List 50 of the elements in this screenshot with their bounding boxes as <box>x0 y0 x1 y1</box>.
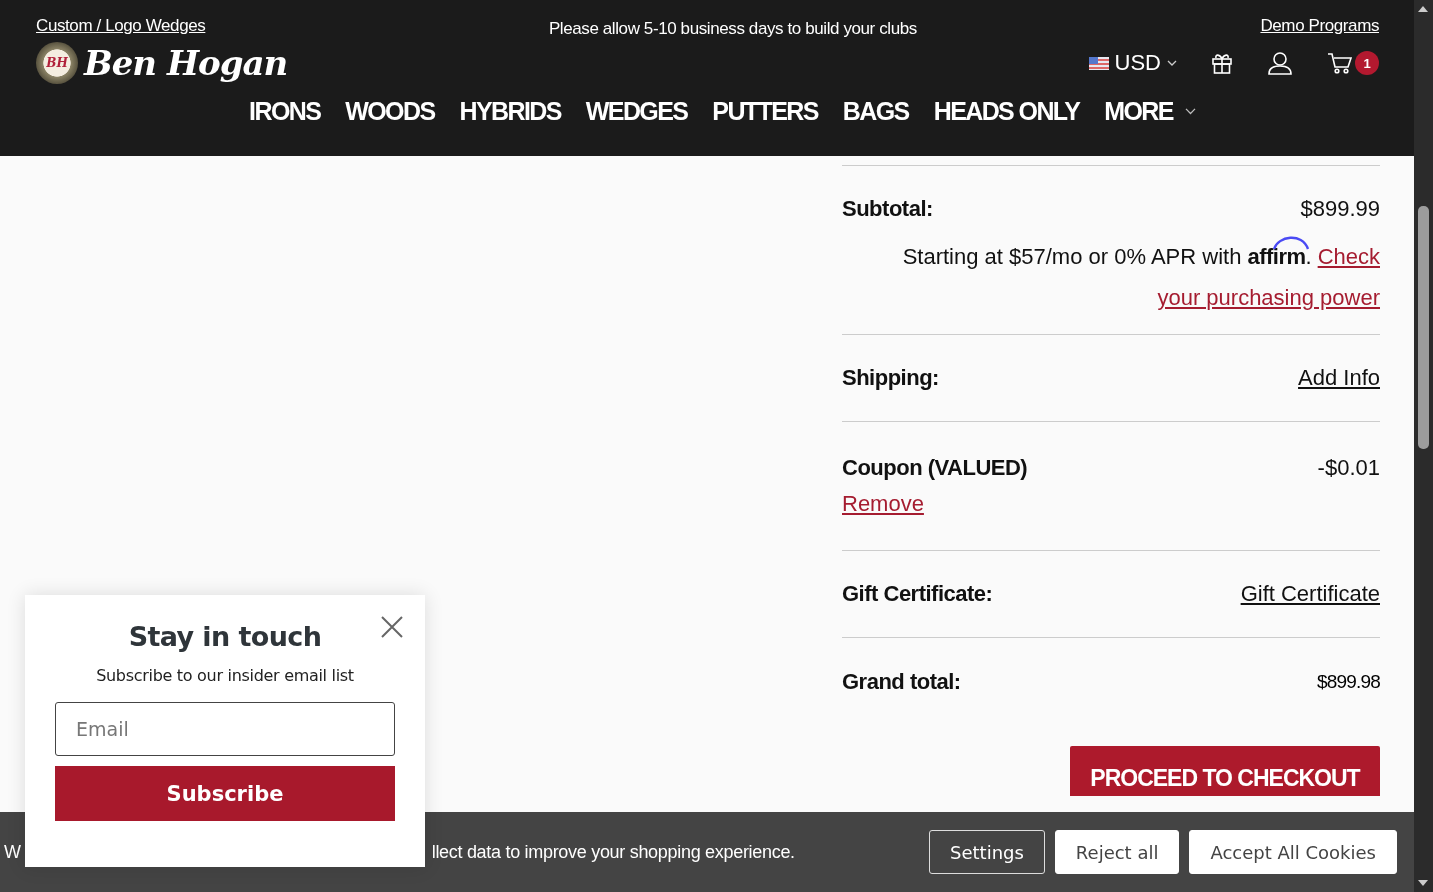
cookie-button[interactable]: Reject all <box>1054 830 1180 874</box>
cart-count-badge: 1 <box>1355 51 1379 75</box>
scrollbar-thumb[interactable] <box>1418 206 1429 449</box>
financing-text: Starting at $57/mo or 0% APR with <box>902 244 1242 269</box>
email-field[interactable]: Email <box>55 702 395 756</box>
nav-link[interactable]: BAGS <box>842 96 909 127</box>
demo-programs-link[interactable]: Demo Programs <box>1260 16 1379 36</box>
nav-link[interactable]: HYBRIDS <box>459 96 561 127</box>
subscribe-button[interactable]: Subscribe <box>55 766 395 821</box>
popup-title: Stay in touch <box>128 621 322 652</box>
nav-link[interactable]: WOODS <box>345 96 435 127</box>
nav-link[interactable]: WEDGES <box>585 96 688 127</box>
cart-icon[interactable] <box>1327 51 1353 75</box>
scroll-up-icon[interactable] <box>1418 6 1428 12</box>
purchasing-power-link[interactable]: Check <box>1317 244 1380 269</box>
summary-label: Shipping: <box>842 365 939 391</box>
custom-wedges-link[interactable]: Custom / Logo Wedges <box>36 16 206 36</box>
popup-subtitle: Subscribe to our insider email list <box>96 666 354 685</box>
flag-icon <box>1088 56 1109 70</box>
summary-link[interactable]: Add Info <box>1298 365 1380 391</box>
summary-label: Grand total: <box>842 669 961 695</box>
cookie-text: llect data to improve your shopping experience. <box>431 841 795 863</box>
brand-logo[interactable]: BH Ben Hogan <box>36 42 288 84</box>
currency-selector[interactable]: USD <box>1088 50 1177 76</box>
nav-link[interactable]: PUTTERS <box>712 96 818 127</box>
announcement-text: Please allow 5-10 business days to build your clubs <box>548 19 917 39</box>
cookie-button[interactable]: Accept All Cookies <box>1189 830 1397 874</box>
summary-value: -$0.01 <box>1317 455 1380 481</box>
summary-label: Gift Certificate: <box>842 581 993 607</box>
remove-coupon-link[interactable]: Remove <box>842 491 924 517</box>
nav-link[interactable]: HEADS ONLY <box>933 96 1080 127</box>
account-icon[interactable] <box>1267 50 1293 76</box>
scroll-down-icon[interactable] <box>1418 880 1428 886</box>
nav-link[interactable]: MORE <box>1104 96 1196 127</box>
summary-label: Subtotal: <box>842 196 933 222</box>
caret-icon <box>1167 60 1177 66</box>
financing-text-period: . <box>1305 244 1312 269</box>
purchasing-power-link[interactable]: your purchasing power <box>1157 285 1380 310</box>
affirm-logo: affirm <box>1247 236 1306 277</box>
nav-link[interactable]: IRONS <box>249 96 321 127</box>
cookie-text: W <box>4 841 21 863</box>
checkout-button[interactable]: PROCEED TO CHECKOUT <box>1070 746 1380 796</box>
summary-value: $899.99 <box>1300 196 1380 222</box>
summary-label: Coupon (VALUED) <box>842 455 1028 481</box>
cookie-button[interactable]: Settings <box>929 830 1045 874</box>
gift-icon[interactable] <box>1211 51 1233 75</box>
caret-icon <box>1184 107 1196 116</box>
summary-link[interactable]: Gift Certificate <box>1240 581 1380 607</box>
close-icon[interactable] <box>381 616 403 638</box>
grand-total-value: $899.98 <box>1316 671 1380 693</box>
